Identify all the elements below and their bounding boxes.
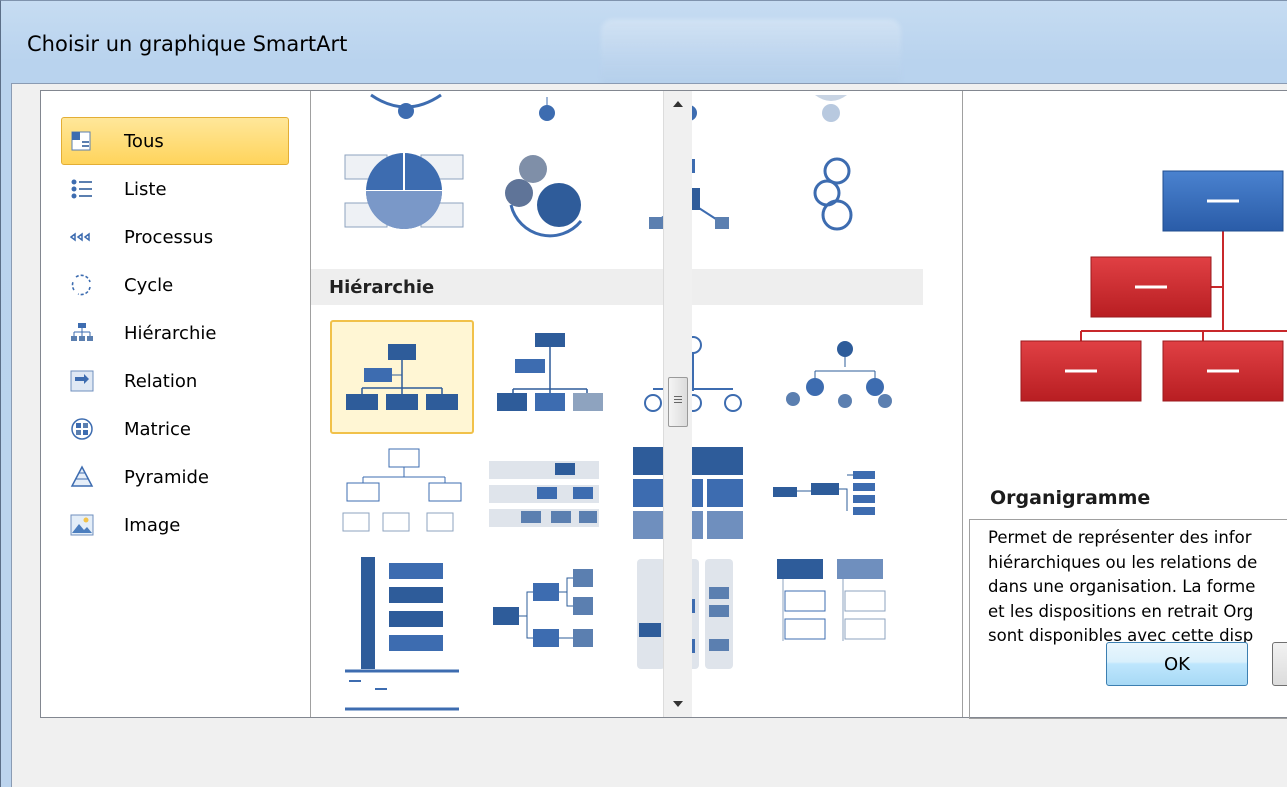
process-icon (70, 232, 90, 242)
image-icon (70, 514, 94, 536)
ok-button[interactable]: OK (1106, 642, 1248, 686)
layout-partial-row (345, 669, 459, 711)
layout-organigramme[interactable] (330, 320, 474, 434)
category-matrice[interactable]: Matrice (61, 405, 289, 453)
list-icon (71, 179, 92, 199)
gallery-scrollbar[interactable] (663, 91, 692, 717)
down-arrow-icon (673, 701, 683, 707)
layout-labeled-hierarchy[interactable] (775, 327, 895, 427)
category-label: Liste (124, 179, 167, 200)
layout-vertical-bracket[interactable] (339, 553, 469, 673)
pyramid-icon (70, 465, 94, 487)
cancel-button[interactable] (1272, 642, 1287, 686)
content-panes: Tous Liste Processus Cycle Hiérarchie Re… (40, 90, 1287, 719)
description-line: dans une organisation. La forme (988, 577, 1256, 596)
section-header-hierarchie: Hiérarchie (311, 269, 923, 305)
category-tous[interactable]: Tous (61, 117, 289, 165)
dialog-title: Choisir un graphique SmartArt (27, 32, 348, 56)
category-label: Image (124, 515, 181, 536)
org-chart-thumbnail (346, 344, 458, 410)
scroll-down-button[interactable] (664, 691, 692, 717)
hierarchy-icon (71, 323, 93, 341)
category-list: Tous Liste Processus Cycle Hiérarchie Re… (41, 91, 311, 717)
section-label: Hiérarchie (329, 277, 435, 298)
category-label: Cycle (124, 275, 174, 296)
description-line: Permet de représenter des infor (988, 528, 1252, 547)
category-image[interactable]: Image (61, 501, 289, 549)
title-bar: Choisir un graphique SmartArt (1, 1, 1287, 89)
layout-circle-picture-hierarchy[interactable] (633, 327, 753, 427)
category-liste[interactable]: Liste (61, 165, 289, 213)
layout-tree-horizontal[interactable] (481, 553, 611, 673)
matrix-icon (71, 418, 93, 440)
org-chart-preview (1020, 170, 1287, 402)
layout-hierarchy-list[interactable] (765, 553, 895, 673)
layout-segmented-cycle[interactable] (339, 141, 479, 241)
preview-pane: Organigramme Permet de représenter des i… (962, 91, 1287, 719)
category-relation[interactable]: Relation (61, 357, 289, 405)
dialog-body: Tous Liste Processus Cycle Hiérarchie Re… (11, 83, 1287, 787)
layout-horizontal-hierarchy[interactable] (765, 441, 895, 541)
category-processus[interactable]: Processus (61, 213, 289, 261)
layout-radial[interactable] (623, 141, 763, 241)
category-label: Pyramide (124, 467, 209, 488)
layout-gallery: Hiérarchie (311, 91, 923, 717)
category-label: Processus (124, 227, 214, 248)
layout-continuous-cycle[interactable] (765, 141, 905, 241)
category-pyramide[interactable]: Pyramide (61, 453, 289, 501)
category-label: Relation (124, 371, 198, 392)
layout-table-hierarchy[interactable] (623, 441, 763, 541)
title-glow (601, 19, 901, 89)
layout-gears[interactable] (481, 141, 621, 241)
category-label: Matrice (124, 419, 191, 440)
category-hierarchie[interactable]: Hiérarchie (61, 309, 289, 357)
scroll-up-button[interactable] (664, 91, 692, 117)
ok-label: OK (1164, 654, 1190, 675)
up-arrow-icon (673, 101, 683, 107)
gallery-partial-row (370, 93, 847, 122)
category-label: Tous (124, 131, 164, 152)
layout-horizontal-labeled-hierarchy[interactable] (481, 441, 611, 541)
cycle-icon (71, 274, 91, 296)
layout-hierarchy-outline[interactable] (339, 441, 469, 541)
all-icon (71, 131, 91, 151)
smartart-dialog: Choisir un graphique SmartArt Tous Liste… (0, 0, 1287, 787)
description-line: et les dispositions en retrait Org (988, 601, 1254, 621)
description-line: hiérarchiques ou les relations de (988, 552, 1258, 572)
preview-description: Permet de représenter des infor hiérarch… (969, 519, 1287, 719)
category-cycle[interactable]: Cycle (61, 261, 289, 309)
relation-icon (70, 370, 94, 392)
scroll-thumb[interactable] (668, 377, 688, 427)
category-label: Hiérarchie (124, 323, 217, 344)
layout-name-title-org[interactable] (491, 327, 611, 427)
preview-title: Organigramme (990, 487, 1151, 509)
